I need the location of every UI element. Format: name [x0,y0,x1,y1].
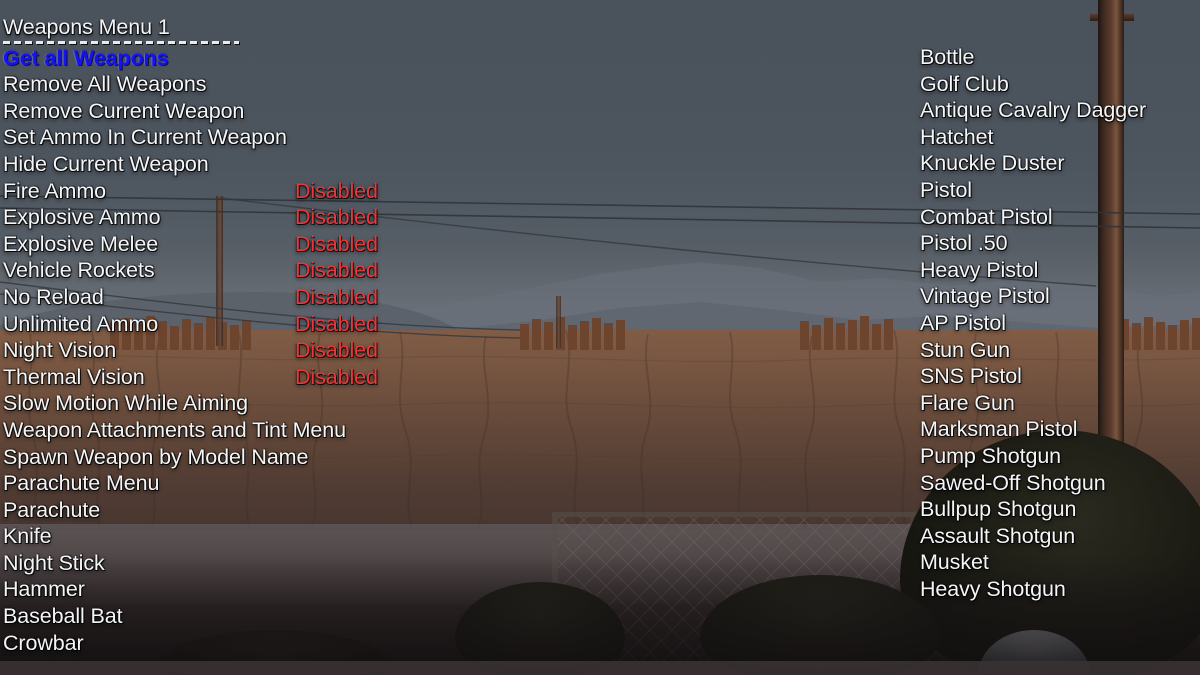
menu-item-value: Disabled [295,258,378,283]
menu-row[interactable]: Crowbar [3,630,463,657]
menu-item-label: Remove All Weapons [3,72,207,97]
menu-row[interactable]: Knife [3,523,463,550]
menu-row[interactable]: Night Stick [3,550,463,577]
menu-item-label: Crowbar [3,630,84,655]
menu-row[interactable]: Explosive Ammo Disabled [3,204,463,231]
menu-item-label: Hammer [3,577,85,602]
weapon-list-item[interactable]: Assault Shotgun [920,523,1200,550]
weapon-item-list: Bottle Golf Club Antique Cavalry Dagger Hat… [920,44,1200,602]
menu-item-label: Get all Weapons [3,45,169,70]
weapon-list-item[interactable]: Bullpup Shotgun [920,496,1200,523]
menu-item-label: Slow Motion While Aiming [3,391,248,416]
menu-row[interactable]: Unlimited Ammo Disabled [3,311,463,338]
menu-item-label: Parachute Menu [3,471,160,496]
menu-row[interactable]: Hammer [3,576,463,603]
menu-row[interactable]: Spawn Weapon by Model Name [3,444,463,471]
menu-row[interactable]: Night Vision Disabled [3,337,463,364]
weapon-list-item[interactable]: Pistol [920,177,1200,204]
weapons-menu-panel: Weapons Menu 1 Get all Weapons Remove All… [3,14,463,656]
menu-row[interactable]: Parachute Menu [3,470,463,497]
weapon-list-item[interactable]: Combat Pistol [920,204,1200,231]
menu-row[interactable]: Parachute [3,497,463,524]
weapon-list-item[interactable]: Flare Gun [920,390,1200,417]
menu-item-label: Thermal Vision [3,364,145,389]
weapon-list-item[interactable]: Heavy Shotgun [920,576,1200,603]
menu-row[interactable]: Remove All Weapons [3,71,463,98]
menu-item-value: Disabled [295,178,378,203]
weapon-list-item[interactable]: Stun Gun [920,337,1200,364]
menu-row[interactable]: Explosive Melee Disabled [3,231,463,258]
menu-item-label: Explosive Ammo [3,205,161,230]
menu-row[interactable]: Set Ammo In Current Weapon [3,124,463,151]
menu-item-label: Set Ammo In Current Weapon [3,125,287,150]
menu-item-label: Baseball Bat [3,604,123,629]
menu-row[interactable]: Get all Weapons [3,45,463,72]
menu-item-label: Fire Ammo [3,178,107,203]
menu-item-label: Hide Current Weapon [3,151,209,176]
menu-row[interactable]: Vehicle Rockets Disabled [3,257,463,284]
weapon-list-item[interactable]: AP Pistol [920,310,1200,337]
menu-item-label: Vehicle Rockets [3,258,155,283]
menu-row[interactable]: Baseball Bat [3,603,463,630]
menu-item-value: Disabled [295,338,378,363]
weapon-list-item[interactable]: Pistol .50 [920,230,1200,257]
menu-item-label: Spawn Weapon by Model Name [3,444,309,469]
game-screen: Weapons Menu 1 Get all Weapons Remove All… [0,0,1200,675]
weapon-list-item[interactable]: Knuckle Duster [920,150,1200,177]
menu-item-label: Night Vision [3,338,117,363]
weapon-list-item[interactable]: Pump Shotgun [920,443,1200,470]
menu-row[interactable]: Thermal Vision Disabled [3,364,463,391]
menu-title: Weapons Menu 1 [3,15,170,39]
menu-item-value: Disabled [295,311,378,336]
weapon-list-item[interactable]: Marksman Pistol [920,416,1200,443]
menu-item-value: Disabled [295,231,378,256]
weapon-list-item[interactable]: Hatchet [920,124,1200,151]
menu-row[interactable]: Remove Current Weapon [3,98,463,125]
menu-item-value: Disabled [295,205,378,230]
menu-item-label: Night Stick [3,550,105,575]
weapon-list-item[interactable]: Golf Club [920,71,1200,98]
menu-row[interactable]: Slow Motion While Aiming [3,390,463,417]
weapon-list-item[interactable]: Bottle [920,44,1200,71]
menu-item-value: Disabled [295,364,378,389]
weapon-list-item[interactable]: Vintage Pistol [920,283,1200,310]
weapon-list-item[interactable]: Antique Cavalry Dagger [920,97,1200,124]
weapon-list-item[interactable]: Musket [920,549,1200,576]
menu-item-label: Unlimited Ammo [3,311,159,336]
menu-item-label: Knife [3,524,52,549]
menu-row[interactable]: Hide Current Weapon [3,151,463,178]
bottom-letterbox-bar [0,661,1200,675]
menu-item-value: Disabled [295,284,378,309]
menu-item-label: Explosive Melee [3,231,159,256]
menu-item-label: Remove Current Weapon [3,98,245,123]
weapon-spawn-list: Bottle Golf Club Antique Cavalry Dagger Hat… [920,44,1200,602]
menu-item-list: Get all Weapons Remove All Weapons Remove … [3,45,463,657]
menu-row[interactable]: Fire Ammo Disabled [3,178,463,205]
weapon-list-item[interactable]: SNS Pistol [920,363,1200,390]
menu-item-label: Parachute [3,497,101,522]
weapon-list-item[interactable]: Sawed-Off Shotgun [920,470,1200,497]
menu-row[interactable]: No Reload Disabled [3,284,463,311]
weapon-list-item[interactable]: Heavy Pistol [920,257,1200,284]
menu-item-label: Weapon Attachments and Tint Menu [3,417,347,442]
menu-item-label: No Reload [3,284,104,309]
menu-row[interactable]: Weapon Attachments and Tint Menu [3,417,463,444]
